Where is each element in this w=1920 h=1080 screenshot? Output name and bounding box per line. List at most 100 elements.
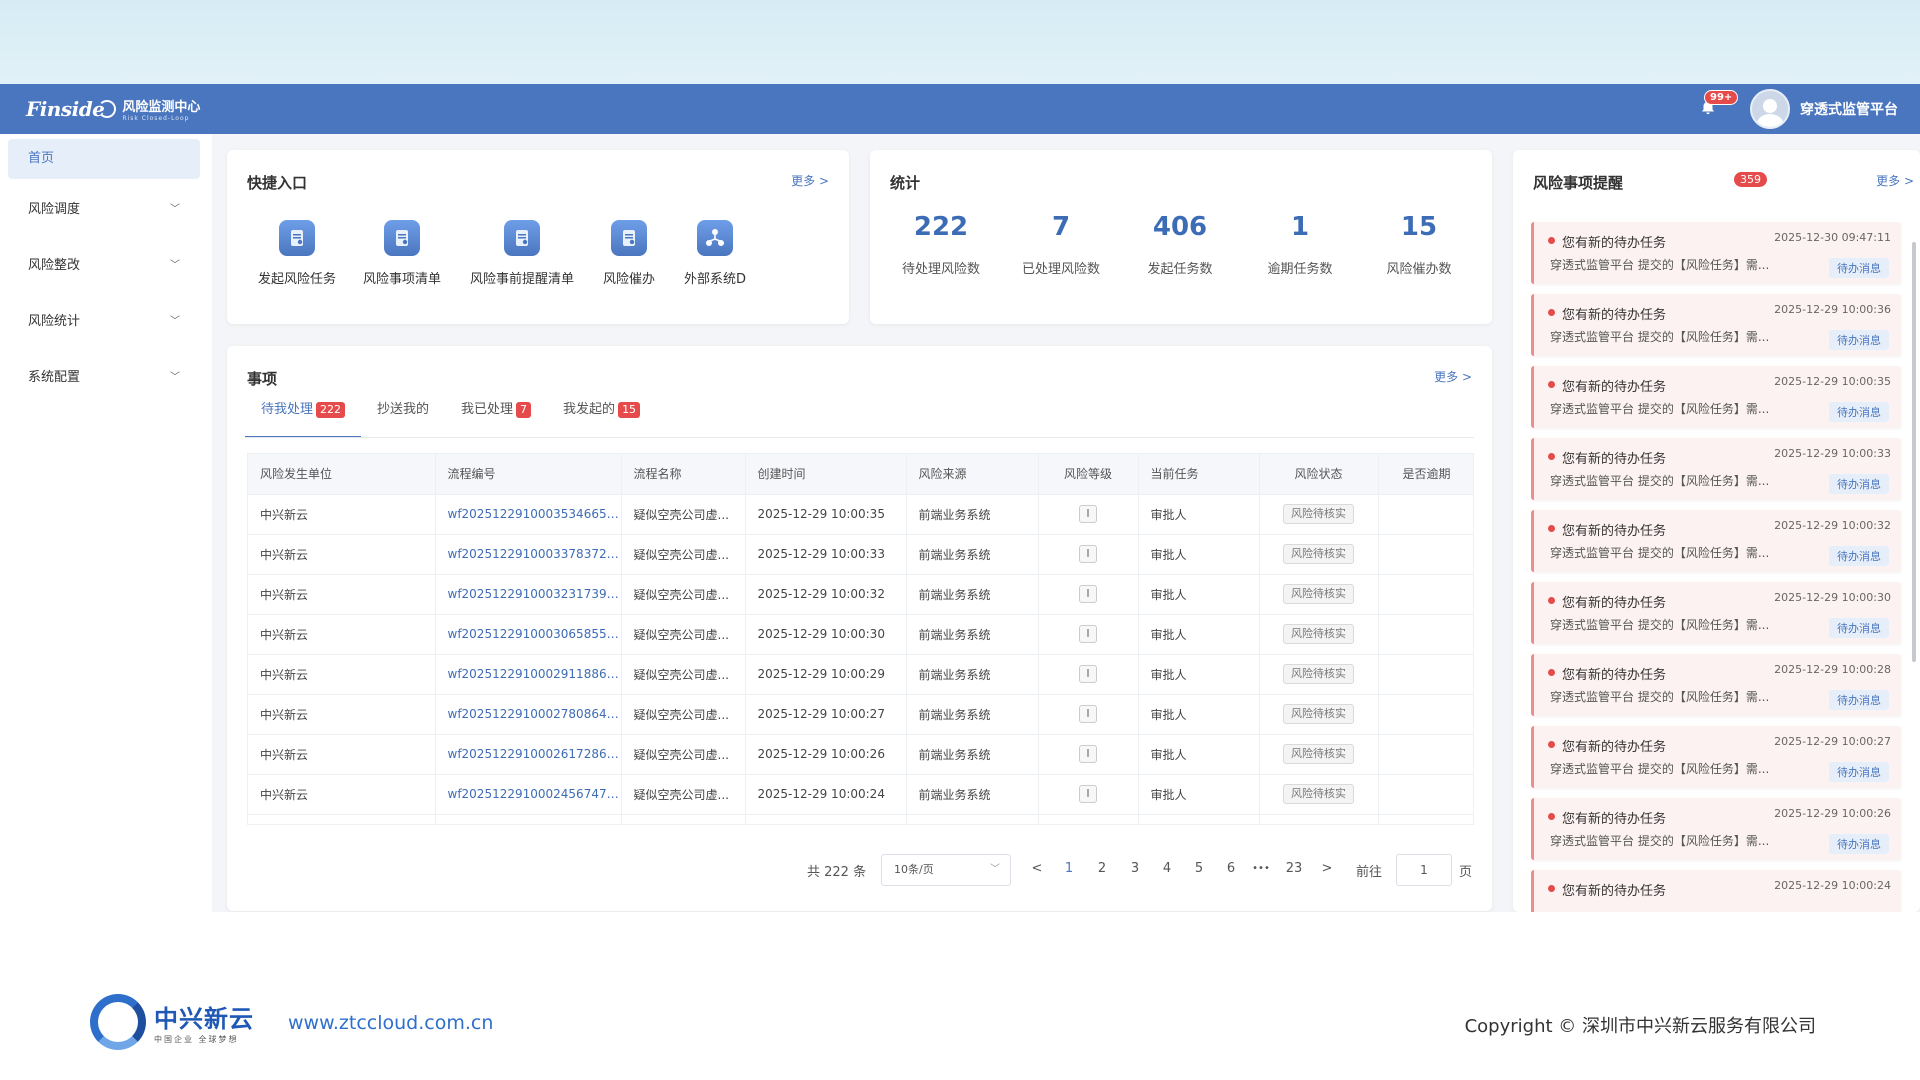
page-2-button[interactable]: 2 [1092,861,1112,876]
quick-item-risk-list[interactable]: 风险事项清单 [347,220,457,287]
tab-cc[interactable]: 抄送我的 [361,396,445,432]
avatar[interactable] [1750,89,1790,129]
unread-dot-icon [1548,237,1555,244]
cell-process-name: 疑似空壳公司虚... [621,773,746,814]
cell-risk-status: 风险待核实 [1259,653,1379,694]
more-link[interactable]: 更多 > [1876,172,1914,189]
table-row[interactable]: 中兴新云 wf20251229100026172869​0 疑似空壳公司虚... 20… [248,733,1473,774]
tab-processed[interactable]: 我已处理 7 [445,396,547,432]
column-header: 当前任务 [1138,454,1260,494]
list-item[interactable]: 您有新的待办任务 2025-12-29 10:00:27 穿透式监管平台 提交的【风… [1531,726,1901,788]
todo-message-button[interactable]: 待办消息 [1829,474,1889,494]
alerts-scrollbar[interactable] [1912,242,1916,662]
table-row[interactable]: 中兴新云 wf20251229100024567475​8 疑似空壳公司虚... 20… [248,773,1473,814]
cell-process-id-link[interactable]: wf20251229100030658552​0 [435,613,622,654]
cell-overdue [1378,493,1473,534]
cell-process-id-link[interactable]: wf20251229100026172869​0 [435,733,622,774]
table-row[interactable]: 中兴新云 wf20251229100035346650​9 疑似空壳公司虚... 20… [248,493,1473,534]
table-row[interactable]: 中兴新云 wf20251229100033783728​2 疑似空壳公司虚... 20… [248,533,1473,574]
todo-message-button[interactable]: 待办消息 [1829,762,1889,782]
list-item[interactable]: 您有新的待办任务 2025-12-29 10:00:35 穿透式监管平台 提交的【风… [1531,366,1901,428]
todo-message-button[interactable]: 待办消息 [1829,546,1889,566]
todo-message-button[interactable]: 待办消息 [1829,618,1889,638]
more-link[interactable]: 更多 > [1434,368,1472,385]
footer-url[interactable]: www.ztccloud.com.cn [288,1012,493,1034]
notification-badge: 99+ [1704,90,1739,105]
network-icon [697,220,733,256]
alert-time: 2025-12-29 10:00:26 [1774,807,1891,820]
cell-process-id-link[interactable]: wf20251229100029118862​0 [435,653,622,694]
cell-process-id-link[interactable]: wf20251229100032317398​0 [435,573,622,614]
document-icon [279,220,315,256]
cell-overdue [1378,533,1473,574]
cell-process-id-link[interactable]: wf20251229100035346650​9 [435,493,622,534]
risk-level-tag: I [1079,665,1097,683]
tab-initiated[interactable]: 我发起的 15 [547,396,656,432]
stat-initiated-tasks[interactable]: 406 发起任务数 [1120,212,1240,277]
list-item[interactable]: 您有新的待办任务 2025-12-29 10:00:36 穿透式监管平台 提交的【风… [1531,294,1901,356]
table-row[interactable]: 中兴新云 wf20251229100030658552​0 疑似空壳公司虚... 20… [248,613,1473,654]
page-6-button[interactable]: 6 [1221,861,1241,876]
page-3-button[interactable]: 3 [1125,861,1145,876]
cell-risk-level: I [1038,493,1139,534]
footer-logo-text: 中兴新云 中国企业 全球梦想 [154,999,254,1045]
page-size-select[interactable]: 10条/页 ﹀ [881,854,1011,886]
prev-page-button[interactable]: < [1027,861,1047,876]
sidebar-item-config[interactable]: 系统配置 ﹀ [0,358,212,398]
stat-label: 待处理风险数 [901,262,980,277]
list-item[interactable]: 您有新的待办任务 2025-12-29 10:00:33 穿透式监管平台 提交的【风… [1531,438,1901,500]
alerts-list: 您有新的待办任务 2025-12-30 09:47:11 穿透式监管平台 提交的【风… [1531,222,1913,930]
cell-process-name: 疑似空壳公司虚... [621,733,746,774]
stat-urge-count[interactable]: 15 风险催办数 [1359,212,1479,277]
matters-table: 风险发生单位 流程编号 流程名称 创建时间 风险来源 风险等级 当前任务 风险状… [247,453,1474,825]
sidebar-item-home[interactable]: 首页 [8,139,200,179]
username[interactable]: 穿透式监管平台 [1800,99,1898,119]
brand[interactable]: Finside 风险监测中心 Risk Closed-Loop [26,96,200,122]
goto-page-input[interactable]: 1 [1396,854,1452,886]
quick-item-create-task[interactable]: 发起风险任务 [242,220,352,287]
todo-message-button[interactable]: 待办消息 [1829,834,1889,854]
list-item[interactable]: 您有新的待办任务 2025-12-29 10:00:26 穿透式监管平台 提交的【风… [1531,798,1901,860]
table-row[interactable]: 中兴新云 wf20251229100029118862​0 疑似空壳公司虚... 20… [248,653,1473,694]
stat-pending-risks[interactable]: 222 待处理风险数 [881,212,1001,277]
stat-value: 7 [1051,212,1071,242]
notification-bell[interactable]: 99+ [1700,90,1739,118]
list-item[interactable]: 您有新的待办任务 2025-12-29 10:00:28 穿透式监管平台 提交的【风… [1531,654,1901,716]
page-1-button[interactable]: 1 [1059,861,1079,876]
todo-message-button[interactable]: 待办消息 [1829,690,1889,710]
quick-item-pre-reminder-list[interactable]: 风险事前提醒清单 [467,220,577,287]
sidebar-item-statistics[interactable]: 风险统计 ﹀ [0,302,212,342]
cell-current-task: 审批人 [1138,813,1260,824]
cell-risk-source: 前端业务系统 [906,493,1039,534]
cell-current-task: 审批人 [1138,653,1260,694]
tab-pending[interactable]: 待我处理 222 [245,396,362,438]
todo-message-button[interactable]: 待办消息 [1829,402,1889,422]
cell-process-id-link[interactable]: wf20251229100024567475​8 [435,773,622,814]
more-pages-button[interactable]: ••• [1251,863,1271,874]
cell-process-id-link[interactable]: wf20251229100027808642​5 [435,693,622,734]
sidebar-item-rectify[interactable]: 风险整改 ﹀ [0,246,212,286]
list-item[interactable]: 您有新的待办任务 2025-12-29 10:00:32 穿透式监管平台 提交的【风… [1531,510,1901,572]
page-4-button[interactable]: 4 [1157,861,1177,876]
sidebar-item-dispatch[interactable]: 风险调度 ﹀ [0,190,212,230]
page-5-button[interactable]: 5 [1189,861,1209,876]
cell-overdue [1378,573,1473,614]
more-link[interactable]: 更多 > [791,172,829,189]
table-row[interactable]: 中兴新云wf20251229100022980048​7疑似空壳公司虚...20… [248,813,1473,824]
cell-process-id-link[interactable]: wf20251229100033783728​2 [435,533,622,574]
todo-message-button[interactable]: 待办消息 [1829,258,1889,278]
todo-message-button[interactable]: 待办消息 [1829,330,1889,350]
pagination: 共 222 条 10条/页 ﹀ < 1 2 3 4 5 6 ••• 23 > 前… [227,854,1494,886]
stat-overdue-tasks[interactable]: 1 逾期任务数 [1240,212,1360,277]
table-row[interactable]: 中兴新云 wf20251229100032317398​0 疑似空壳公司虚... 20… [248,573,1473,614]
alert-desc: 穿透式监管平台 提交的【风险任务】需... [1550,474,1770,488]
table-row[interactable]: 中兴新云 wf20251229100027808642​5 疑似空壳公司虚... 20… [248,693,1473,734]
page-23-button[interactable]: 23 [1284,861,1304,876]
quick-item-external-system[interactable]: 外部系统D [660,220,770,287]
cell-process-id-link[interactable]: wf20251229100022980048​7 [435,813,622,824]
stat-processed-risks[interactable]: 7 已处理风险数 [1001,212,1121,277]
list-item[interactable]: 您有新的待办任务 2025-12-30 09:47:11 穿透式监管平台 提交的【风… [1531,222,1901,284]
list-item[interactable]: 您有新的待办任务 2025-12-29 10:00:30 穿透式监管平台 提交的【风… [1531,582,1901,644]
next-page-button[interactable]: > [1317,861,1337,876]
table: 风险发生单位 流程编号 流程名称 创建时间 风险来源 风险等级 当前任务 风险状… [248,454,1473,824]
